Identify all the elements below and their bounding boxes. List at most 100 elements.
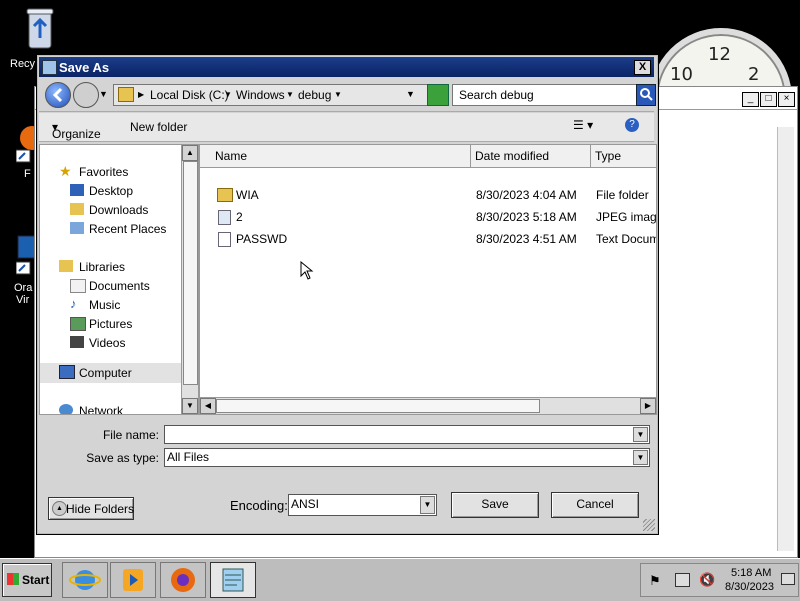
- breadcrumb-debug[interactable]: debug: [298, 88, 331, 102]
- nav-recent-places[interactable]: Recent Places: [40, 220, 181, 238]
- clock-date[interactable]: 8/30/2023: [725, 581, 774, 593]
- encoding-label: Encoding:: [230, 498, 288, 513]
- nav-videos[interactable]: Videos: [40, 334, 181, 352]
- minimize-icon[interactable]: _: [742, 92, 759, 107]
- nav-libraries[interactable]: Libraries: [40, 258, 181, 276]
- recent-places-icon: [70, 222, 84, 234]
- search-box[interactable]: Search debug: [452, 84, 637, 106]
- downloads-icon: [70, 203, 84, 215]
- breadcrumb-windows[interactable]: Windows: [236, 88, 285, 102]
- scroll-up-icon[interactable]: ▲: [182, 145, 198, 161]
- scroll-left-icon[interactable]: ◀: [200, 398, 216, 414]
- file-name: WIA: [236, 188, 259, 202]
- text-file-icon: [218, 232, 231, 247]
- encoding-select[interactable]: ANSI ▼: [288, 494, 437, 516]
- language-icon[interactable]: [781, 573, 795, 585]
- file-date: 8/30/2023 4:51 AM: [476, 232, 577, 246]
- media-player-icon[interactable]: [110, 562, 156, 598]
- refresh-button[interactable]: [427, 84, 449, 106]
- start-button[interactable]: Start: [2, 563, 52, 597]
- file-list-scroll-thumb[interactable]: [216, 399, 540, 413]
- scroll-down-icon[interactable]: ▼: [182, 398, 198, 414]
- nav-favorites[interactable]: ★ Favorites: [40, 163, 181, 181]
- videos-icon: [70, 336, 84, 348]
- file-type: Text Docume: [596, 232, 656, 246]
- back-button[interactable]: [45, 82, 71, 108]
- column-header-type[interactable]: Type: [591, 145, 656, 168]
- cancel-button[interactable]: Cancel: [551, 492, 639, 518]
- nav-scroll-thumb[interactable]: [183, 161, 198, 385]
- clock-number-2: 2: [748, 64, 760, 85]
- organize-label: Organize: [52, 127, 101, 141]
- new-folder-button[interactable]: New folder: [130, 120, 187, 134]
- nav-downloads-label: Downloads: [89, 203, 149, 217]
- dialog-close-button[interactable]: X: [634, 60, 651, 75]
- search-icon[interactable]: [636, 84, 656, 106]
- firefox-icon[interactable]: [160, 562, 206, 598]
- internet-explorer-icon[interactable]: [62, 562, 108, 598]
- folder-icon: [217, 188, 233, 202]
- scroll-right-icon[interactable]: ▶: [640, 398, 656, 414]
- file-row[interactable]: WIA 8/30/2023 4:04 AM File folder: [200, 185, 656, 205]
- documents-icon: [70, 279, 86, 293]
- file-row[interactable]: 2 8/30/2023 5:18 AM JPEG image: [200, 207, 656, 227]
- file-type: File folder: [596, 188, 649, 202]
- dialog-titlebar[interactable]: Save As X: [39, 57, 654, 77]
- encoding-dropdown-icon[interactable]: ▼: [420, 496, 435, 514]
- clock-number-10: 10: [670, 64, 693, 85]
- forward-button[interactable]: [73, 82, 99, 108]
- file-list-hscrollbar[interactable]: ◀ ▶: [200, 397, 656, 414]
- hide-folders-button[interactable]: ▲ Hide Folders: [48, 497, 134, 520]
- resize-grip-icon[interactable]: [643, 519, 655, 531]
- computer-icon: [59, 365, 75, 379]
- column-name-label: Name: [215, 149, 248, 163]
- column-header-date[interactable]: Date modified: [471, 145, 591, 168]
- address-breadcrumb[interactable]: ▶ Local Disk (C:) ▼ Windows ▼ debug ▼ ▼: [113, 84, 447, 106]
- maximize-icon[interactable]: □: [760, 92, 777, 107]
- nav-pictures[interactable]: Pictures: [40, 315, 181, 333]
- nav-network-label: Network: [79, 404, 124, 415]
- breadcrumb-local-disk[interactable]: Local Disk (C:): [150, 88, 229, 102]
- file-name-input[interactable]: ▼: [164, 425, 650, 444]
- pictures-icon: [70, 317, 86, 331]
- search-input[interactable]: Search debug: [459, 88, 534, 102]
- nav-pictures-label: Pictures: [89, 317, 133, 331]
- save-as-type-dropdown-icon[interactable]: ▼: [633, 450, 648, 465]
- nav-desktop[interactable]: Desktop: [40, 182, 181, 200]
- organize-menu[interactable]: Organize ▾: [52, 120, 101, 141]
- file-name-dropdown-icon[interactable]: ▼: [633, 427, 648, 442]
- address-dropdown-icon[interactable]: ▼: [406, 89, 415, 99]
- nav-pane-scrollbar[interactable]: ▲ ▼: [181, 145, 198, 414]
- nav-downloads[interactable]: Downloads: [40, 201, 181, 219]
- save-as-type-select[interactable]: All Files ▼: [164, 448, 650, 467]
- recycle-bin-icon[interactable]: [22, 6, 58, 52]
- nav-music[interactable]: ♪ Music: [40, 296, 181, 314]
- nav-music-label: Music: [89, 298, 121, 312]
- network-icon: [59, 404, 73, 414]
- volume-muted-icon[interactable]: 🔇: [699, 572, 715, 588]
- virtualbox-label-line1: Ora: [14, 282, 33, 294]
- music-icon: ♪: [70, 296, 77, 311]
- column-type-label: Type: [595, 149, 622, 163]
- recent-pages-chevron-icon[interactable]: ▼: [99, 89, 108, 99]
- nav-documents[interactable]: Documents: [40, 277, 181, 295]
- dialog-title: Save As: [59, 60, 110, 75]
- save-as-dialog[interactable]: Save As X ▼ ▶ Local Disk (C:) ▼ Windows …: [36, 54, 659, 535]
- breadcrumb-separator-icon: ▶: [138, 90, 145, 99]
- background-window-scrollbar[interactable]: [777, 127, 794, 551]
- nav-computer[interactable]: Computer: [40, 363, 181, 383]
- notepad-taskbar-icon[interactable]: [210, 562, 256, 598]
- file-list: Name Date modified Type WIA 8/30/2023 4:…: [199, 144, 657, 415]
- nav-network[interactable]: Network: [40, 402, 181, 415]
- background-window-controls: _ □ ×: [741, 90, 795, 107]
- clock-time[interactable]: 5:18 AM: [731, 567, 771, 579]
- save-button[interactable]: Save: [451, 492, 539, 518]
- network-tray-icon[interactable]: [675, 573, 690, 587]
- help-icon[interactable]: ?: [625, 118, 639, 132]
- view-options-icon[interactable]: ☰ ▾: [573, 118, 593, 132]
- column-header-name[interactable]: Name: [200, 145, 471, 168]
- clock-number-12: 12: [708, 44, 731, 65]
- close-icon[interactable]: ×: [778, 92, 795, 107]
- file-row[interactable]: PASSWD 8/30/2023 4:51 AM Text Docume: [200, 229, 656, 249]
- flag-icon[interactable]: ⚑: [649, 573, 661, 589]
